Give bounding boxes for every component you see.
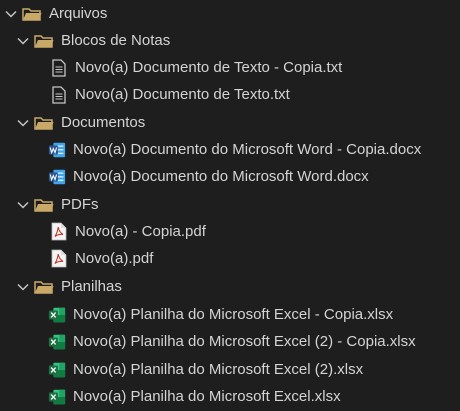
pdf-file-icon	[50, 249, 68, 269]
folder-open-icon	[34, 33, 54, 49]
folder-open-icon	[22, 6, 42, 22]
tree-folder-label: Planilhas	[61, 278, 122, 295]
tree-file-item[interactable]: Novo(a) Planilha do Microsoft Excel (2) …	[0, 328, 460, 355]
tree-file-label: Novo(a) Documento do Microsoft Word.docx	[73, 168, 369, 185]
tree-folder-planilhas[interactable]: Planilhas	[0, 273, 460, 300]
tree-file-label: Novo(a) Planilha do Microsoft Excel (2).…	[73, 361, 364, 378]
tree-file-label: Novo(a) Documento de Texto.txt	[75, 86, 290, 103]
tree-file-label: Novo(a) Planilha do Microsoft Excel.xlsx	[73, 388, 341, 405]
tree-file-item[interactable]: Novo(a) Documento do Microsoft Word.docx	[0, 163, 460, 190]
tree-file-label: Novo(a).pdf	[75, 250, 154, 267]
tree-file-item[interactable]: Novo(a) Planilha do Microsoft Excel (2).…	[0, 356, 460, 383]
file-tree: Arquivos Blocos de Notas Novo(a) Documen…	[0, 0, 460, 411]
tree-folder-label: PDFs	[61, 196, 99, 213]
folder-open-icon	[34, 197, 54, 213]
tree-file-item[interactable]: Novo(a) Documento do Microsoft Word - Co…	[0, 136, 460, 163]
folder-open-icon	[34, 115, 54, 131]
tree-folder-label: Blocos de Notas	[61, 32, 171, 49]
tree-file-item[interactable]: Novo(a) Documento de Texto - Copia.txt	[0, 54, 460, 81]
tree-folder-pdfs[interactable]: PDFs	[0, 191, 460, 218]
tree-file-label: Novo(a) - Copia.pdf	[75, 223, 206, 240]
tree-file-label: Novo(a) Planilha do Microsoft Excel (2) …	[73, 333, 416, 350]
chevron-down-icon[interactable]	[16, 116, 30, 130]
tree-file-item[interactable]: Novo(a).pdf	[0, 245, 460, 272]
tree-folder-blocos-de-notas[interactable]: Blocos de Notas	[0, 27, 460, 54]
tree-file-label: Novo(a) Documento de Texto - Copia.txt	[75, 59, 343, 76]
chevron-down-icon[interactable]	[16, 34, 30, 48]
tree-file-item[interactable]: Novo(a) Planilha do Microsoft Excel - Co…	[0, 301, 460, 328]
pdf-file-icon	[50, 222, 68, 242]
chevron-down-icon[interactable]	[4, 7, 18, 21]
tree-file-label: Novo(a) Documento do Microsoft Word - Co…	[73, 141, 422, 158]
chevron-down-icon[interactable]	[16, 280, 30, 294]
tree-file-label: Novo(a) Planilha do Microsoft Excel - Co…	[73, 306, 394, 323]
excel-file-icon	[48, 305, 66, 325]
chevron-down-icon[interactable]	[16, 198, 30, 212]
text-file-icon	[50, 58, 68, 78]
word-file-icon	[48, 140, 66, 160]
tree-folder-documentos[interactable]: Documentos	[0, 109, 460, 136]
tree-folder-arquivos[interactable]: Arquivos	[0, 0, 460, 27]
tree-file-item[interactable]: Novo(a) - Copia.pdf	[0, 218, 460, 245]
excel-file-icon	[48, 332, 66, 352]
tree-folder-label: Documentos	[61, 114, 146, 131]
folder-open-icon	[34, 279, 54, 295]
text-file-icon	[50, 85, 68, 105]
tree-file-item[interactable]: Novo(a) Planilha do Microsoft Excel.xlsx	[0, 383, 460, 410]
tree-file-item[interactable]: Novo(a) Documento de Texto.txt	[0, 81, 460, 108]
excel-file-icon	[48, 387, 66, 407]
word-file-icon	[48, 167, 66, 187]
tree-folder-label: Arquivos	[49, 5, 108, 22]
excel-file-icon	[48, 360, 66, 380]
